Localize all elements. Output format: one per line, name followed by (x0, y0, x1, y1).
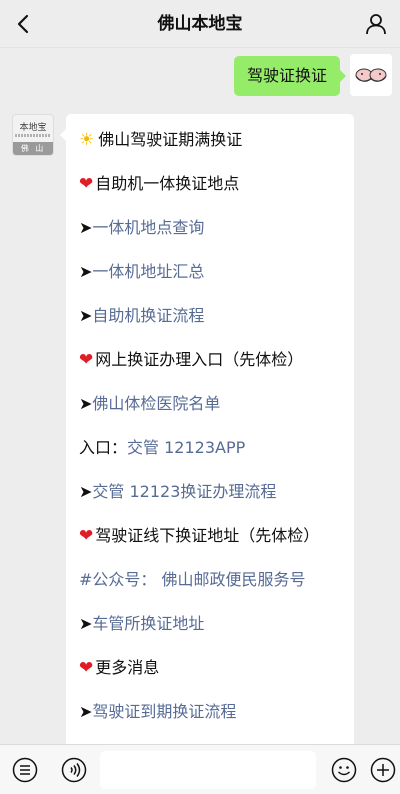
arrow-right-icon: ➤ (79, 394, 93, 413)
menu-list-icon (12, 757, 38, 783)
section-heading-offline: ❤ 驾驶证线下换证地址（先体检） (79, 526, 320, 546)
menu-button[interactable] (10, 755, 40, 785)
bot-avatar[interactable]: 本地宝 佛 山 (12, 114, 54, 156)
section-heading-online: ❤ 网上换证办理入口（先体检） (79, 350, 304, 370)
link-kiosk-process[interactable]: ➤自助机换证流程 (79, 294, 344, 338)
plus-circle-icon (370, 757, 396, 783)
outgoing-message: 驾驶证换证 (233, 54, 392, 96)
link-expiry-process[interactable]: ➤驾驶证到期换证流程 (79, 690, 344, 734)
heart-icon: ❤ (79, 658, 94, 678)
section-heading-kiosk: ❤ 自助机一体换证地点 (79, 174, 240, 194)
link-kiosk-address-list[interactable]: ➤一体机地址汇总 (79, 250, 344, 294)
arrow-right-icon: ➤ (79, 306, 93, 325)
link-kiosk-location-query[interactable]: ➤一体机地点查询 (79, 206, 344, 250)
arrow-right-icon: ➤ (79, 614, 93, 633)
arrow-right-icon: ➤ (79, 218, 93, 237)
voice-icon (61, 757, 87, 783)
entry-line: 入口：交管 12123APP (79, 426, 344, 470)
nav-header: 佛山本地宝 (0, 0, 400, 48)
profile-button[interactable] (362, 10, 390, 38)
link-12123-process[interactable]: ➤交管 12123换证办理流程 (79, 470, 344, 514)
avatar-logo-underline (15, 134, 51, 137)
link-official-account[interactable]: #公众号： 佛山邮政便民服务号 (79, 558, 344, 602)
avatar-illustration-icon (355, 68, 387, 82)
emoji-icon (331, 757, 357, 783)
heart-icon: ❤ (79, 174, 94, 194)
section-heading-more: ❤ 更多消息 (79, 658, 160, 678)
avatar-city-label: 佛 山 (13, 142, 53, 155)
heart-icon: ❤ (79, 350, 94, 370)
user-avatar[interactable] (350, 54, 392, 96)
page-title: 佛山本地宝 (157, 14, 243, 34)
arrow-right-icon: ➤ (79, 482, 93, 501)
person-icon (366, 14, 386, 35)
arrow-right-icon: ➤ (79, 702, 93, 721)
avatar-logo-text: 本地宝 (19, 123, 47, 133)
chat-area[interactable]: 驾驶证换证 本地宝 佛 山 ☀ 佛山驾驶证期满换证 ❤ 自助机一体换证地点 ➤一… (0, 48, 400, 744)
message-heading: ☀ 佛山驾驶证期满换证 (79, 130, 243, 150)
incoming-bubble: ☀ 佛山驾驶证期满换证 ❤ 自助机一体换证地点 ➤一体机地点查询 ➤一体机地址汇总 … (60, 114, 354, 744)
heart-icon: ❤ (79, 526, 94, 546)
link-hospital-list[interactable]: ➤佛山体检医院名单 (79, 382, 344, 426)
input-bar (0, 744, 400, 794)
add-button[interactable] (368, 755, 398, 785)
incoming-message: 本地宝 佛 山 ☀ 佛山驾驶证期满换证 ❤ 自助机一体换证地点 ➤一体机地点查询 ➤… (12, 114, 354, 744)
entry-label: 入口： (79, 438, 128, 457)
voice-button[interactable] (59, 755, 89, 785)
outgoing-bubble[interactable]: 驾驶证换证 (233, 56, 347, 96)
link-dmv-address[interactable]: ➤车管所换证地址 (79, 602, 344, 646)
message-input[interactable] (100, 751, 316, 789)
sun-icon: ☀ (79, 130, 95, 150)
arrow-right-icon: ➤ (79, 262, 93, 281)
link-12123-app[interactable]: 交管 12123APP (127, 438, 245, 457)
emoji-button[interactable] (329, 755, 359, 785)
